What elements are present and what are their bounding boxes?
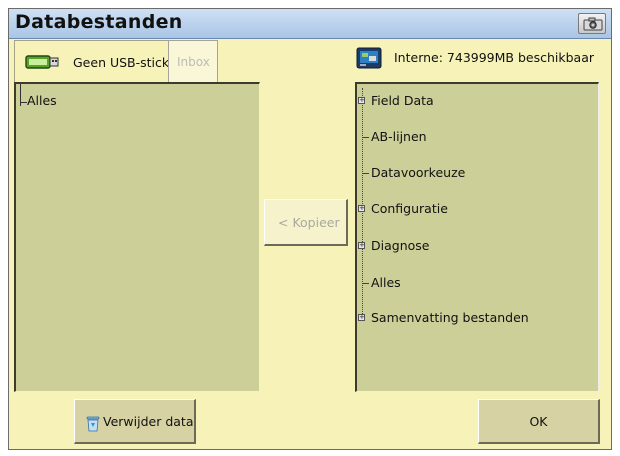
- tree-item-label: Field Data: [371, 93, 434, 108]
- tab-inbox[interactable]: Inbox: [168, 40, 218, 82]
- recycle-bin-icon: [86, 416, 100, 432]
- tree-item-label: Alles: [27, 93, 57, 108]
- tree-item-alles[interactable]: Alles: [357, 273, 587, 293]
- tab-inbox-label: Inbox: [177, 55, 210, 69]
- tree-item-diagnose[interactable]: + Diagnose: [357, 236, 587, 256]
- usb-file-tree[interactable]: Alles: [14, 82, 260, 392]
- expand-icon[interactable]: +: [358, 97, 365, 104]
- tree-connector: [363, 283, 369, 284]
- copy-button-label: < Kopieer: [278, 215, 340, 230]
- tree-item-label: Samenvatting bestanden: [371, 310, 529, 325]
- internal-file-tree[interactable]: + Field Data AB-lijnen Datavoorkeuze + C…: [355, 82, 599, 392]
- window-title: Databestanden: [15, 11, 183, 33]
- tree-connector: [363, 137, 369, 138]
- title-bar: Databestanden: [9, 9, 611, 39]
- ok-button-label: OK: [529, 414, 548, 429]
- usb-stick-icon: [25, 55, 59, 69]
- tree-item-label: Configuratie: [371, 201, 448, 216]
- tree-item-label: Diagnose: [371, 238, 430, 253]
- tree-item-label: Alles: [371, 275, 401, 290]
- camera-icon: [583, 17, 603, 31]
- tree-connector: [363, 173, 369, 174]
- tree-item-alles[interactable]: Alles: [20, 84, 57, 108]
- delete-data-label: Verwijder data: [103, 414, 194, 429]
- tree-item-field-data[interactable]: + Field Data: [357, 91, 587, 111]
- storage-info: Interne: 743999MB beschikbaar: [394, 50, 595, 65]
- expand-icon[interactable]: +: [358, 242, 365, 249]
- tab-usb-stick[interactable]: Geen USB-stick: [14, 40, 172, 82]
- tree-item-data-preference[interactable]: Datavoorkeuze: [357, 163, 587, 183]
- tree-item-configuration[interactable]: + Configuratie: [357, 199, 587, 219]
- ok-button[interactable]: OK: [478, 399, 600, 444]
- expand-icon[interactable]: +: [358, 314, 365, 321]
- copy-button[interactable]: < Kopieer: [264, 199, 348, 246]
- delete-data-button[interactable]: Verwijder data: [74, 399, 196, 444]
- tab-usb-label: Geen USB-stick: [73, 55, 170, 70]
- tree-item-label: Datavoorkeuze: [371, 165, 466, 180]
- expand-icon[interactable]: +: [358, 205, 365, 212]
- tree-item-file-summary[interactable]: + Samenvatting bestanden: [357, 308, 587, 328]
- screenshot-button[interactable]: [578, 13, 606, 34]
- tree-item-ab-lines[interactable]: AB-lijnen: [357, 127, 587, 147]
- hard-drive-icon: [356, 47, 382, 69]
- tree-item-label: AB-lijnen: [371, 129, 427, 144]
